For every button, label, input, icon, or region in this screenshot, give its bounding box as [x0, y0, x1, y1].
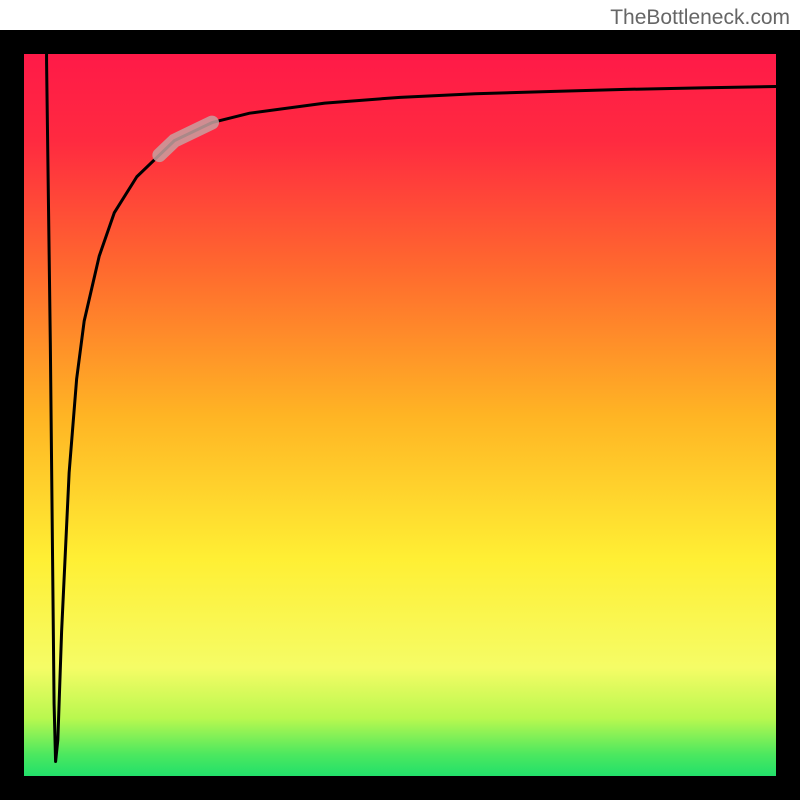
plot-background — [24, 54, 776, 776]
chart-container: TheBottleneck.com — [0, 0, 800, 800]
attribution-text: TheBottleneck.com — [610, 6, 790, 30]
chart-svg — [0, 0, 800, 800]
